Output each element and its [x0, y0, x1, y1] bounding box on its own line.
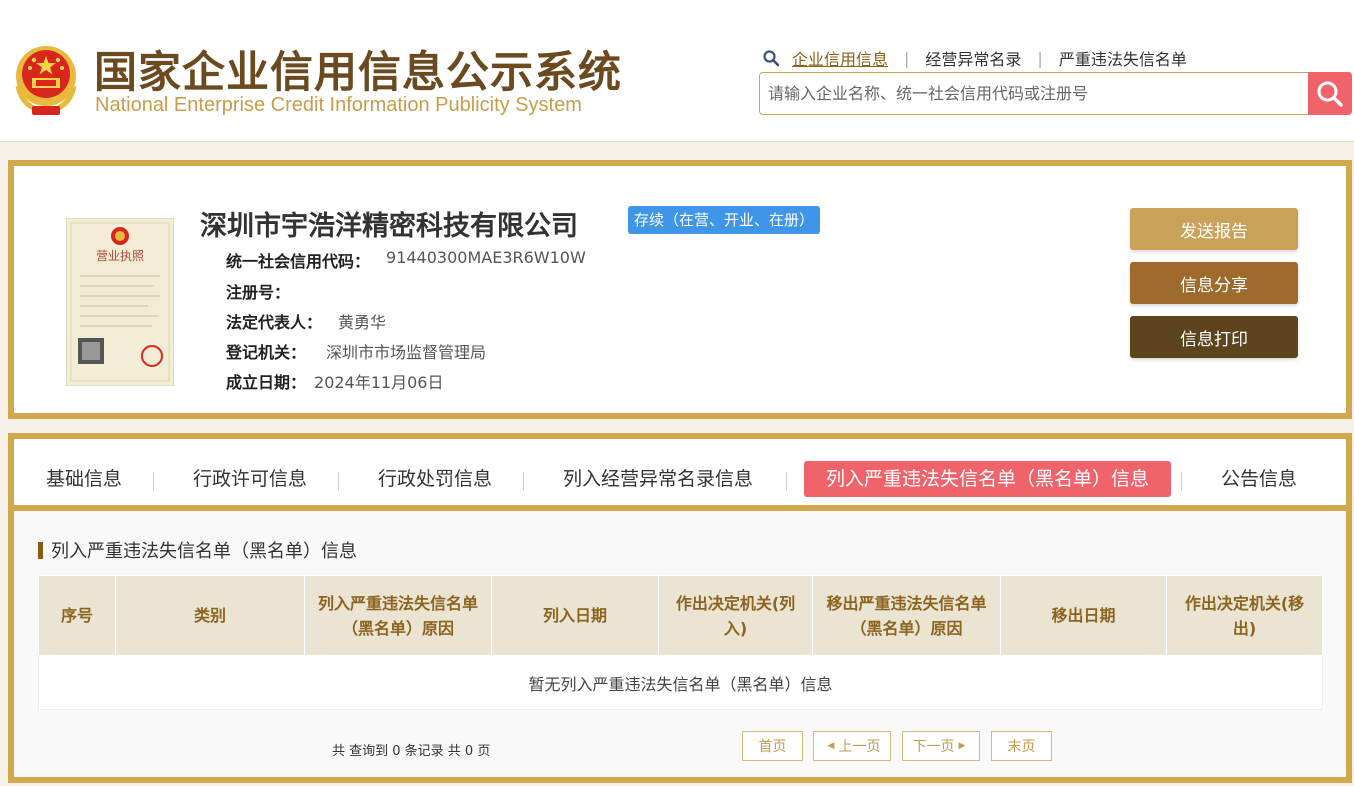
table-row: 暂无列入严重违法失信名单（黑名单）信息 — [38, 655, 1323, 710]
last-page-label: 末页 — [1007, 739, 1036, 755]
info-row-legal-rep: 法定代表人： 黄勇华 — [226, 309, 386, 333]
print-info-button[interactable]: 信息打印 — [1130, 316, 1298, 358]
field-value: 2024年11月06日 — [314, 373, 444, 392]
column-header: 列入严重违法失信名单（黑名单）原因 — [304, 575, 492, 656]
column-header: 序号 — [38, 575, 116, 656]
search-bar — [759, 72, 1352, 115]
section-title-text: 列入严重违法失信名单（黑名单）信息 — [51, 541, 357, 562]
nav-serious-violation-list[interactable]: 严重违法失信名单 — [1059, 46, 1187, 70]
search-input[interactable] — [760, 73, 1308, 114]
table-header-row: 序号 类别 列入严重违法失信名单（黑名单）原因 列入日期 作出决定机关(列入) … — [38, 575, 1323, 656]
tab-content: 列入严重违法失信名单（黑名单）信息 序号 类别 列入严重违法失信名单（黑名单）原… — [14, 511, 1346, 777]
info-row-reg-number: 注册号： — [226, 279, 290, 303]
send-report-button[interactable]: 发送报告 — [1130, 208, 1298, 250]
tab-bar: 基础信息 行政许可信息 行政处罚信息 列入经营异常名录信息 列入严重违法失信名单… — [14, 439, 1346, 505]
site-subtitle: National Enterprise Credit Information P… — [95, 94, 582, 116]
nav-enterprise-credit[interactable]: 企业信用信息 — [792, 46, 888, 70]
column-header: 移出严重违法失信名单（黑名单）原因 — [812, 575, 1001, 656]
field-value: 深圳市市场监督管理局 — [326, 343, 487, 362]
column-header: 列入日期 — [491, 575, 659, 656]
tab-divider — [338, 472, 339, 490]
prev-page-button[interactable]: ◀ 上一页 — [813, 731, 891, 761]
field-value: 91440300MAE3R6W10W — [386, 248, 586, 267]
share-info-button[interactable]: 信息分享 — [1130, 262, 1298, 304]
site-header: 国家企业信用信息公示系统 National Enterprise Credit … — [0, 0, 1354, 142]
next-page-button[interactable]: 下一页 ▶ — [902, 731, 980, 761]
search-button[interactable] — [1308, 72, 1352, 115]
info-row-authority: 登记机关： 深圳市市场监督管理局 — [226, 339, 486, 363]
column-header: 作出决定机关(移出) — [1166, 575, 1323, 656]
tab-announcements[interactable]: 公告信息 — [1221, 461, 1297, 497]
triangle-right-icon: ▶ — [958, 741, 966, 751]
nav-abnormal-list[interactable]: 经营异常名录 — [925, 46, 1021, 70]
info-row-established: 成立日期： 2024年11月06日 — [226, 369, 443, 393]
search-icon — [1317, 81, 1343, 107]
tab-admin-penalty[interactable]: 行政处罚信息 — [378, 461, 492, 497]
tab-admin-license[interactable]: 行政许可信息 — [193, 461, 307, 497]
top-navigation: 企业信用信息 | 经营异常名录 | 严重违法失信名单 — [762, 46, 1187, 70]
last-page-button[interactable]: 末页 — [991, 731, 1052, 761]
section-title: 列入严重违法失信名单（黑名单）信息 — [38, 539, 357, 562]
nav-divider: | — [1037, 48, 1043, 68]
tab-divider — [786, 472, 787, 490]
tab-abnormal-list[interactable]: 列入经营异常名录信息 — [563, 461, 753, 497]
license-title: 营业执照 — [96, 249, 144, 263]
tab-basic-info[interactable]: 基础信息 — [46, 461, 122, 497]
national-emblem-icon — [15, 46, 77, 115]
first-page-label: 首页 — [758, 739, 787, 755]
field-label: 统一社会信用代码： — [226, 252, 371, 271]
field-label: 注册号： — [226, 283, 291, 302]
prev-page-label: 上一页 — [838, 739, 881, 755]
field-label: 法定代表人： — [226, 313, 323, 332]
empty-state-text: 暂无列入严重违法失信名单（黑名单）信息 — [38, 655, 1323, 710]
pagination-total: 共 查询到 0 条记录 共 0 页 — [332, 744, 491, 759]
detail-panel: 基础信息 行政许可信息 行政处罚信息 列入经营异常名录信息 列入严重违法失信名单… — [8, 433, 1352, 783]
business-license-icon: 营业执照 — [66, 218, 174, 386]
blacklist-table: 序号 类别 列入严重违法失信名单（黑名单）原因 列入日期 作出决定机关(列入) … — [38, 575, 1323, 710]
section-marker — [38, 541, 43, 559]
tab-divider — [523, 472, 524, 490]
column-header: 类别 — [115, 575, 305, 656]
next-page-label: 下一页 — [912, 739, 955, 755]
column-header: 移出日期 — [1000, 575, 1167, 656]
column-header: 作出决定机关(列入) — [658, 575, 813, 656]
tab-divider — [153, 472, 154, 490]
site-title: 国家企业信用信息公示系统 — [94, 48, 622, 98]
nav-divider: | — [904, 48, 910, 68]
triangle-left-icon: ◀ — [827, 741, 835, 751]
field-label: 登记机关： — [226, 343, 307, 362]
tab-blacklist[interactable]: 列入严重违法失信名单（黑名单）信息 — [804, 461, 1171, 497]
tab-divider — [1181, 472, 1182, 490]
info-row-credit-code: 统一社会信用代码： 91440300MAE3R6W10W — [226, 248, 586, 272]
company-name: 深圳市宇浩洋精密科技有限公司 — [200, 211, 578, 242]
field-label: 成立日期： — [226, 373, 307, 392]
field-value: 黄勇华 — [338, 313, 387, 332]
search-icon — [763, 50, 780, 67]
first-page-button[interactable]: 首页 — [742, 731, 803, 761]
company-info-card: 营业执照 深圳市宇浩洋精密科技有限公司 存续（在营、开业、在册） 统一社会信用代… — [8, 160, 1352, 419]
status-badge: 存续（在营、开业、在册） — [628, 206, 821, 234]
